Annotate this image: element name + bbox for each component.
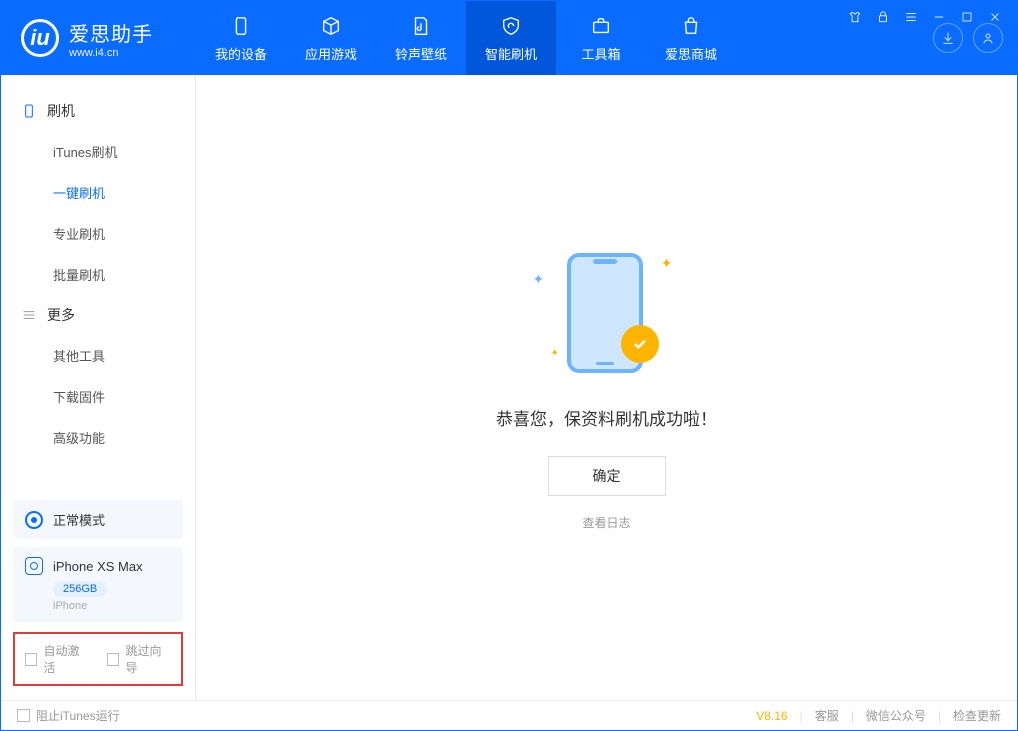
success-illustration: ✦ ✦ ✦ bbox=[537, 245, 677, 385]
sidebar-group-more: 更多 bbox=[1, 295, 195, 335]
main-content: ✦ ✦ ✦ 恭喜您，保资料刷机成功啦！ 确定 查看日志 bbox=[196, 75, 1017, 700]
sidebar-item-itunes-flash[interactable]: iTunes刷机 bbox=[1, 131, 195, 172]
tab-label: 智能刷机 bbox=[485, 44, 537, 63]
sidebar-item-advanced[interactable]: 高级功能 bbox=[1, 417, 195, 458]
app-window: iu 爱思助手 www.i4.cn 我的设备 应用游戏 铃声壁纸 智能刷机 bbox=[0, 0, 1018, 731]
tab-label: 爱思商城 bbox=[665, 44, 717, 63]
bag-icon bbox=[679, 14, 703, 38]
briefcase-icon bbox=[589, 14, 613, 38]
sidebar: 刷机 iTunes刷机 一键刷机 专业刷机 批量刷机 更多 其他工具 下载固件 … bbox=[1, 75, 196, 700]
checkbox-block-itunes[interactable]: 阻止iTunes运行 bbox=[17, 707, 120, 724]
shield-refresh-icon bbox=[499, 14, 523, 38]
nav-tabs: 我的设备 应用游戏 铃声壁纸 智能刷机 工具箱 爱思商城 bbox=[196, 1, 736, 75]
sidebar-item-oneclick-flash[interactable]: 一键刷机 bbox=[1, 172, 195, 213]
tab-smart-flash[interactable]: 智能刷机 bbox=[466, 1, 556, 75]
sparkle-icon: ✦ bbox=[551, 348, 559, 359]
checkbox-box-icon bbox=[107, 653, 119, 666]
tab-store[interactable]: 爱思商城 bbox=[646, 1, 736, 75]
sidebar-item-other-tools[interactable]: 其他工具 bbox=[1, 335, 195, 376]
sidebar-item-batch-flash[interactable]: 批量刷机 bbox=[1, 254, 195, 295]
version-label: V8.16 bbox=[756, 709, 787, 723]
tab-my-device[interactable]: 我的设备 bbox=[196, 1, 286, 75]
checkbox-skip-guide[interactable]: 跳过向导 bbox=[107, 642, 171, 676]
app-title: 爱思助手 bbox=[69, 18, 153, 47]
separator: | bbox=[800, 709, 803, 723]
device-storage-badge: 256GB bbox=[53, 581, 107, 597]
sparkle-icon: ✦ bbox=[533, 271, 545, 288]
cube-icon bbox=[319, 14, 343, 38]
tab-apps-games[interactable]: 应用游戏 bbox=[286, 1, 376, 75]
device-card[interactable]: iPhone XS Max 256GB iPhone bbox=[13, 547, 183, 622]
tab-label: 我的设备 bbox=[215, 44, 267, 63]
user-button[interactable] bbox=[973, 23, 1003, 53]
group-title: 更多 bbox=[47, 305, 75, 325]
music-file-icon bbox=[409, 14, 433, 38]
tab-label: 工具箱 bbox=[581, 44, 620, 63]
minimize-button[interactable] bbox=[931, 9, 947, 25]
footer-link-wechat[interactable]: 微信公众号 bbox=[866, 707, 926, 724]
body: 刷机 iTunes刷机 一键刷机 专业刷机 批量刷机 更多 其他工具 下载固件 … bbox=[1, 75, 1017, 700]
shirt-icon[interactable] bbox=[847, 9, 863, 25]
maximize-button[interactable] bbox=[959, 9, 975, 25]
checkbox-auto-activate[interactable]: 自动激活 bbox=[25, 642, 89, 676]
sparkle-icon: ✦ bbox=[661, 255, 673, 272]
separator: | bbox=[938, 709, 941, 723]
group-title: 刷机 bbox=[47, 101, 75, 121]
tab-label: 应用游戏 bbox=[305, 44, 357, 63]
device-type: iPhone bbox=[53, 600, 171, 612]
tab-label: 铃声壁纸 bbox=[395, 44, 447, 63]
sidebar-group-flash: 刷机 bbox=[1, 91, 195, 131]
tab-toolbox[interactable]: 工具箱 bbox=[556, 1, 646, 75]
footer: 阻止iTunes运行 V8.16 | 客服 | 微信公众号 | 检查更新 bbox=[1, 700, 1017, 730]
footer-right: V8.16 | 客服 | 微信公众号 | 检查更新 bbox=[756, 707, 1001, 724]
status-dot-icon bbox=[25, 511, 43, 529]
check-badge-icon bbox=[621, 325, 659, 363]
logo-icon: iu bbox=[21, 19, 59, 57]
device-icon bbox=[229, 14, 253, 38]
tab-ringtone-wallpaper[interactable]: 铃声壁纸 bbox=[376, 1, 466, 75]
window-controls bbox=[847, 9, 1003, 25]
close-button[interactable] bbox=[987, 9, 1003, 25]
footer-link-support[interactable]: 客服 bbox=[815, 707, 839, 724]
download-button[interactable] bbox=[933, 23, 963, 53]
phone-icon bbox=[25, 557, 43, 575]
logo: iu 爱思助手 www.i4.cn bbox=[1, 1, 196, 75]
checkbox-row-highlight: 自动激活 跳过向导 bbox=[13, 632, 183, 686]
app-subtitle: www.i4.cn bbox=[69, 47, 153, 59]
view-log-link[interactable]: 查看日志 bbox=[582, 514, 630, 531]
sidebar-item-download-firmware[interactable]: 下载固件 bbox=[1, 376, 195, 417]
checkbox-label: 阻止iTunes运行 bbox=[36, 707, 120, 724]
device-name: iPhone XS Max bbox=[53, 559, 143, 574]
footer-link-update[interactable]: 检查更新 bbox=[953, 707, 1001, 724]
checkbox-label: 自动激活 bbox=[43, 642, 89, 676]
checkbox-box-icon bbox=[25, 653, 37, 666]
status-card[interactable]: 正常模式 bbox=[13, 500, 183, 539]
checkbox-box-icon bbox=[17, 709, 30, 722]
sidebar-bottom: 正常模式 iPhone XS Max 256GB iPhone 自动激活 bbox=[1, 492, 195, 700]
menu-icon[interactable] bbox=[903, 9, 919, 25]
checkbox-label: 跳过向导 bbox=[125, 642, 171, 676]
separator: | bbox=[851, 709, 854, 723]
lock-icon[interactable] bbox=[875, 9, 891, 25]
status-label: 正常模式 bbox=[53, 510, 105, 529]
success-message: 恭喜您，保资料刷机成功啦！ bbox=[496, 405, 717, 430]
sidebar-item-pro-flash[interactable]: 专业刷机 bbox=[1, 213, 195, 254]
ok-button[interactable]: 确定 bbox=[548, 456, 666, 496]
